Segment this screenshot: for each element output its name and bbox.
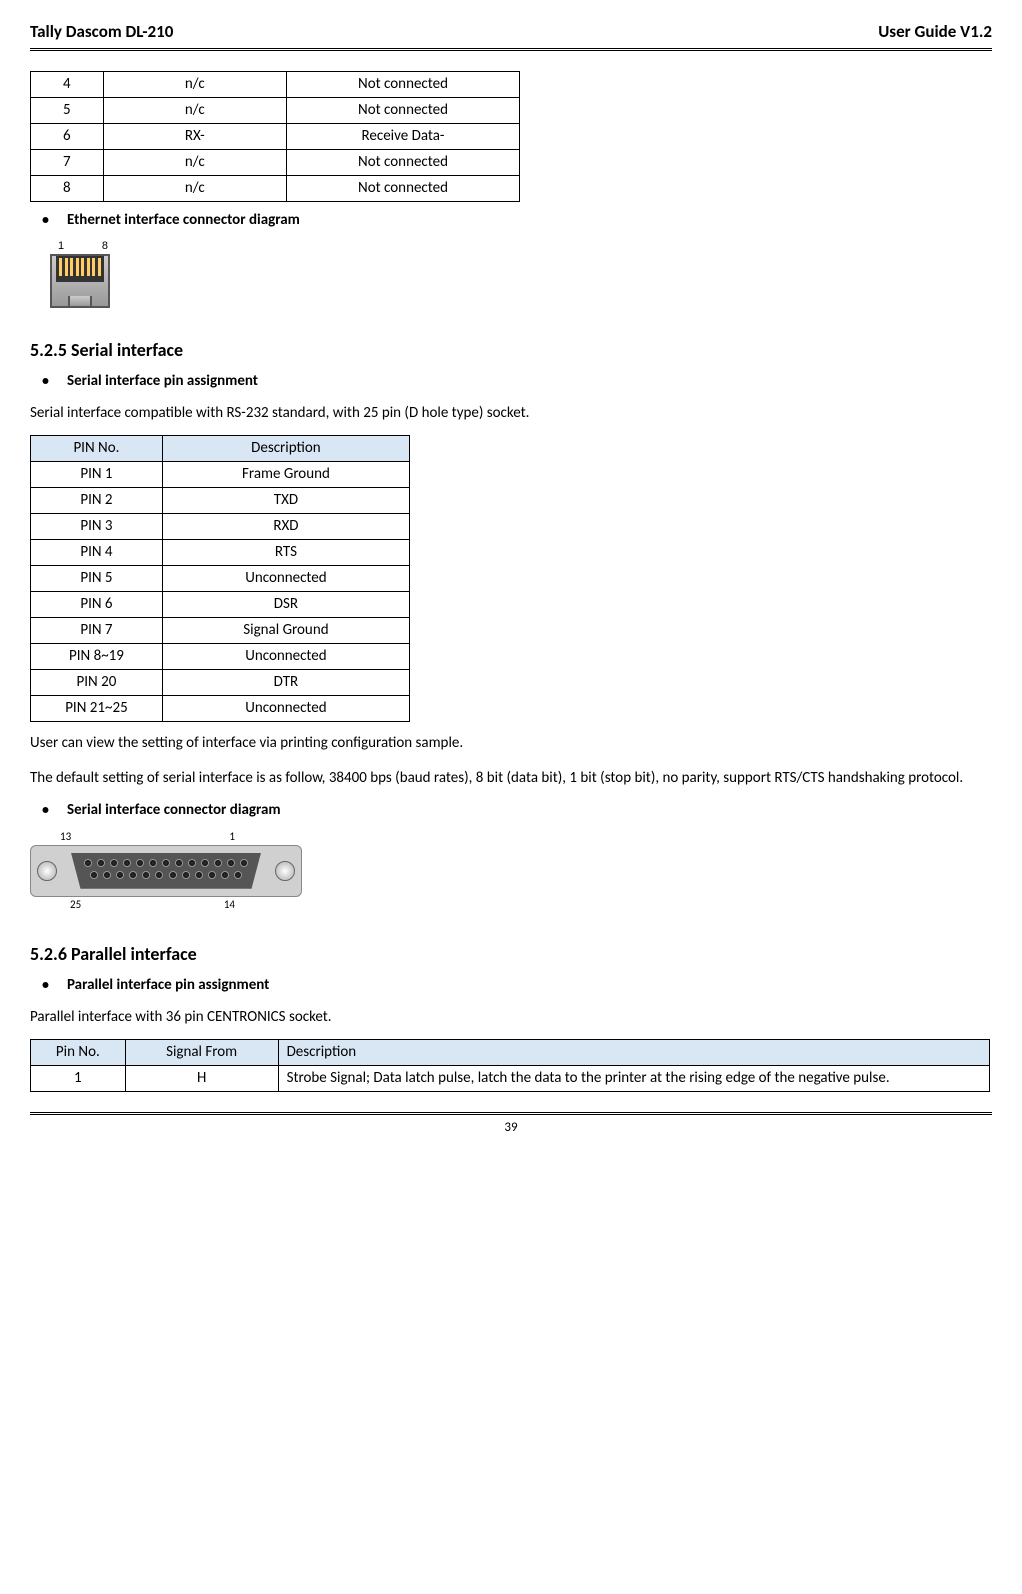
db25-connector-diagram: 13 1 25 14 [30, 829, 310, 912]
section-525-heading: 5.2.5 Serial interface [30, 338, 992, 363]
table-cell: TXD [162, 488, 409, 514]
table-row: PIN 6DSR [31, 592, 410, 618]
table-cell: PIN 2 [31, 488, 163, 514]
table-cell: PIN 3 [31, 514, 163, 540]
table-cell: n/c [103, 71, 286, 97]
rj45-connector-diagram: 1 8 [50, 239, 992, 308]
serial-table-header-desc: Description [162, 436, 409, 462]
db25-pin-25-label: 25 [70, 897, 81, 912]
table-cell: Frame Ground [162, 462, 409, 488]
table-cell: RXD [162, 514, 409, 540]
rj45-pin-1-label: 1 [58, 239, 64, 254]
ethernet-diagram-heading: Ethernet interface connector diagram [30, 210, 992, 231]
table-cell: Not connected [287, 175, 520, 201]
serial-intro-text: Serial interface compatible with RS-232 … [30, 400, 992, 427]
table-cell: PIN 8~19 [31, 644, 163, 670]
table-cell: PIN 1 [31, 462, 163, 488]
table-cell: RX- [103, 123, 286, 149]
table-cell: 4 [31, 71, 104, 97]
db25-pin-1-label: 1 [229, 829, 235, 844]
table-cell: n/c [103, 97, 286, 123]
table-cell: n/c [103, 149, 286, 175]
parallel-pin-table: Pin No. Signal From Description 1HStrobe… [30, 1039, 990, 1092]
header-left: Tally Dascom DL-210 [30, 20, 173, 44]
serial-diagram-heading: Serial interface connector diagram [30, 800, 992, 821]
table-row: PIN 5Unconnected [31, 566, 410, 592]
table-cell: DSR [162, 592, 409, 618]
table-cell: Strobe Signal; Data latch pulse, latch t… [278, 1066, 989, 1092]
rj45-pin-8-label: 8 [102, 239, 108, 254]
table-row: PIN 20DTR [31, 670, 410, 696]
table-row: PIN 8~19Unconnected [31, 644, 410, 670]
table-row: 1HStrobe Signal; Data latch pulse, latch… [31, 1066, 990, 1092]
table-cell: n/c [103, 175, 286, 201]
table-cell: PIN 4 [31, 540, 163, 566]
page-header: Tally Dascom DL-210 User Guide V1.2 [30, 20, 992, 51]
table-cell: 5 [31, 97, 104, 123]
parallel-table-header-desc: Description [278, 1040, 989, 1066]
table-cell: PIN 5 [31, 566, 163, 592]
table-cell: 6 [31, 123, 104, 149]
table-cell: Receive Data- [287, 123, 520, 149]
header-right: User Guide V1.2 [878, 20, 992, 44]
table-cell: Not connected [287, 97, 520, 123]
table-row: PIN 21~25Unconnected [31, 696, 410, 722]
table-row: 4n/cNot connected [31, 71, 520, 97]
serial-table-header-pin: PIN No. [31, 436, 163, 462]
table-cell: 1 [31, 1066, 126, 1092]
serial-pin-table: PIN No. Description PIN 1Frame GroundPIN… [30, 435, 410, 722]
table-cell: DTR [162, 670, 409, 696]
db25-pin-14-label: 14 [224, 897, 235, 912]
table-cell: PIN 7 [31, 618, 163, 644]
parallel-table-header-signal: Signal From [125, 1040, 278, 1066]
table-cell: Not connected [287, 149, 520, 175]
table-cell: Unconnected [162, 644, 409, 670]
serial-default-text: The default setting of serial interface … [30, 765, 992, 792]
parallel-pin-heading: Parallel interface pin assignment [30, 975, 992, 996]
db25-pin-13-label: 13 [60, 829, 71, 844]
table-cell: Unconnected [162, 566, 409, 592]
table-row: 5n/cNot connected [31, 97, 520, 123]
parallel-table-header-pin: Pin No. [31, 1040, 126, 1066]
ethernet-pin-table: 4n/cNot connected5n/cNot connected6RX-Re… [30, 71, 520, 202]
page-footer: 39 [30, 1112, 992, 1137]
section-526-heading: 5.2.6 Parallel interface [30, 942, 992, 967]
table-cell: 7 [31, 149, 104, 175]
table-cell: 8 [31, 175, 104, 201]
table-cell: RTS [162, 540, 409, 566]
table-row: PIN 3RXD [31, 514, 410, 540]
table-cell: Signal Ground [162, 618, 409, 644]
table-row: PIN 7Signal Ground [31, 618, 410, 644]
table-cell: H [125, 1066, 278, 1092]
table-row: PIN 2TXD [31, 488, 410, 514]
table-cell: Not connected [287, 71, 520, 97]
table-row: PIN 1Frame Ground [31, 462, 410, 488]
table-cell: PIN 20 [31, 670, 163, 696]
table-cell: PIN 6 [31, 592, 163, 618]
table-cell: PIN 21~25 [31, 696, 163, 722]
table-row: 7n/cNot connected [31, 149, 520, 175]
serial-pin-heading: Serial interface pin assignment [30, 371, 992, 392]
table-cell: Unconnected [162, 696, 409, 722]
serial-config-text: User can view the setting of interface v… [30, 730, 992, 757]
table-row: 6RX-Receive Data- [31, 123, 520, 149]
page-number: 39 [504, 1120, 517, 1135]
table-row: PIN 4RTS [31, 540, 410, 566]
parallel-intro-text: Parallel interface with 36 pin CENTRONIC… [30, 1004, 992, 1031]
table-row: 8n/cNot connected [31, 175, 520, 201]
